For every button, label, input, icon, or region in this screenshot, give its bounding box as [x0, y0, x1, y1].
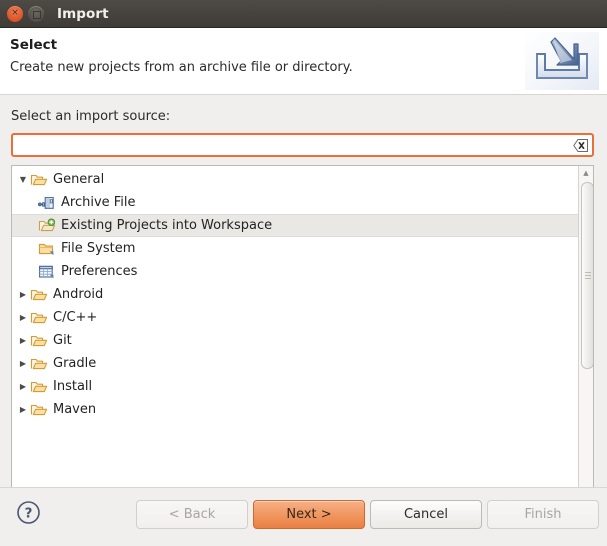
window-title: Import	[57, 5, 109, 22]
archive-file-icon	[37, 195, 56, 211]
existing-projects-icon	[38, 217, 56, 234]
tree-item-archive-file[interactable]: Archive File	[12, 191, 578, 214]
maximize-button[interactable]	[28, 5, 44, 22]
scroll-up-arrow[interactable]: ▲	[579, 166, 593, 180]
import-source-tree[interactable]: ▼ General Archive File Existing Projects in…	[11, 165, 594, 510]
clear-icon[interactable]	[573, 138, 588, 152]
tree-item-c-c[interactable]: ▶ C/C++	[12, 306, 578, 329]
window-titlebar: × Import	[0, 0, 607, 28]
expand-arrow-closed-icon[interactable]: ▶	[16, 290, 30, 299]
cancel-button[interactable]: Cancel	[370, 500, 482, 529]
finish-button: Finish	[487, 500, 599, 529]
maximize-icon	[33, 10, 41, 19]
expand-arrow-closed-icon[interactable]: ▶	[16, 405, 30, 414]
tree-item-file-system[interactable]: File System	[12, 237, 578, 260]
expand-arrow-closed-icon[interactable]: ▶	[16, 313, 30, 322]
open-folder-icon	[30, 310, 48, 326]
expand-arrow-open-icon[interactable]: ▼	[16, 175, 30, 184]
tree-item-label: Archive File	[61, 194, 136, 210]
tree-item-label: Gradle	[53, 355, 97, 371]
dialog-button-row: < Back Next > Cancel Finish	[136, 500, 599, 529]
wizard-header: Select Create new projects from an archi…	[0, 28, 607, 95]
tree-item-label: Install	[53, 378, 93, 394]
tree-item-label: General	[53, 171, 105, 187]
close-button[interactable]: ×	[7, 5, 23, 22]
back-button: < Back	[136, 500, 248, 529]
open-folder-icon	[30, 379, 48, 395]
open-folder-icon	[30, 402, 48, 418]
expand-arrow-closed-icon[interactable]: ▶	[16, 359, 30, 368]
preferences-icon	[38, 264, 56, 280]
help-icon[interactable]: ?	[16, 500, 41, 525]
tree-item-preferences[interactable]: Preferences	[12, 260, 578, 283]
tree-rows: ▼ General Archive File Existing Projects in…	[12, 166, 578, 509]
tree-item-label: Preferences	[61, 263, 138, 279]
expand-arrow-closed-icon[interactable]: ▶	[16, 382, 30, 391]
open-folder-icon	[30, 356, 48, 372]
open-folder-icon	[30, 287, 48, 303]
dialog-body: Select an import source: ▼ General Archive…	[0, 95, 607, 546]
scrollbar-thumb[interactable]	[581, 182, 593, 369]
file-system-folder-icon	[38, 241, 56, 257]
tree-item-label: Maven	[53, 401, 97, 417]
scrollbar-grip-icon	[584, 272, 591, 279]
close-icon: ×	[11, 8, 19, 18]
tree-item-gradle[interactable]: ▶ Gradle	[12, 352, 578, 375]
tree-item-label: Android	[53, 286, 104, 302]
page-title: Select	[10, 37, 58, 53]
svg-text:?: ?	[25, 506, 33, 522]
tree-item-label: File System	[61, 240, 136, 256]
tree-item-maven[interactable]: ▶ Maven	[12, 398, 578, 421]
import-wizard-icon	[525, 32, 599, 90]
dialog-footer: ? < Back Next > Cancel Finish	[0, 487, 607, 546]
import-source-label: Select an import source:	[11, 109, 171, 124]
tree-item-existing-projects-into-workspace[interactable]: Existing Projects into Workspace	[12, 214, 578, 237]
search-input[interactable]	[13, 136, 573, 154]
open-folder-icon	[30, 333, 48, 349]
tree-scrollbar[interactable]: ▲ ▼	[578, 166, 593, 509]
next-button[interactable]: Next >	[253, 500, 365, 529]
tree-item-android[interactable]: ▶ Android	[12, 283, 578, 306]
open-folder-icon	[30, 172, 48, 188]
tree-item-label: C/C++	[53, 309, 98, 325]
tree-item-label: Existing Projects into Workspace	[61, 217, 273, 233]
tree-item-general[interactable]: ▼ General	[12, 168, 578, 191]
tree-item-git[interactable]: ▶ Git	[12, 329, 578, 352]
tree-item-install[interactable]: ▶ Install	[12, 375, 578, 398]
import-source-filter[interactable]	[11, 133, 594, 157]
expand-arrow-closed-icon[interactable]: ▶	[16, 336, 30, 345]
page-description: Create new projects from an archive file…	[10, 60, 353, 75]
tree-item-label: Git	[53, 332, 72, 348]
